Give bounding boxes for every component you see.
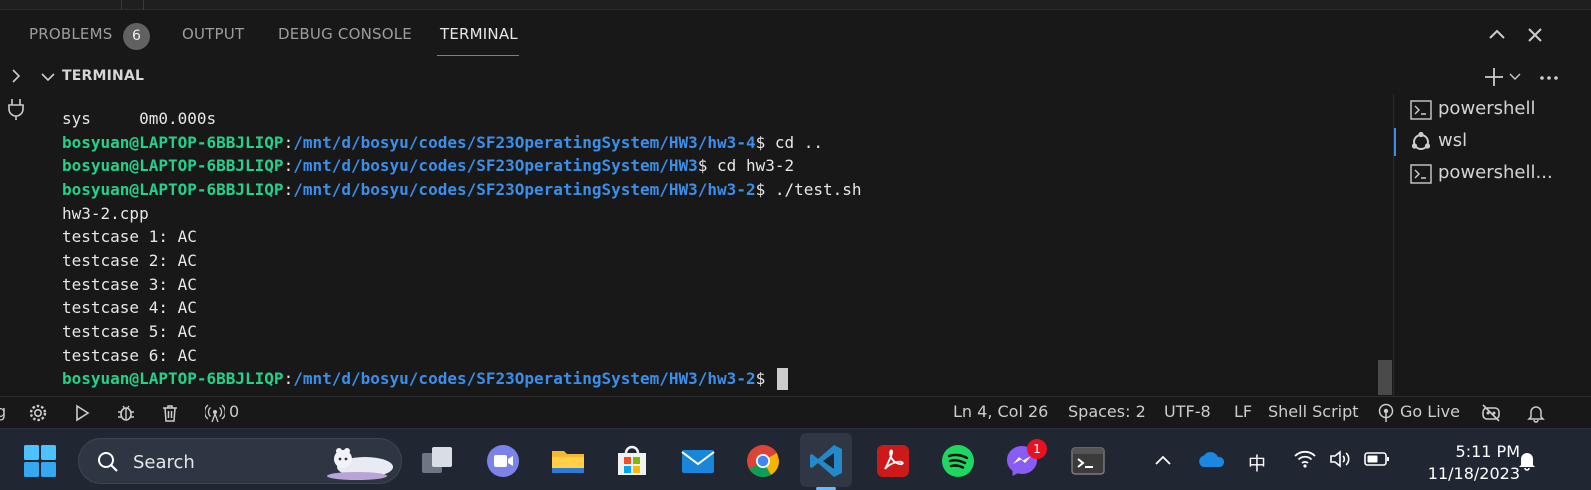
terminal-line: bosyuan@LAPTOP-6BBJLIQP:/mnt/d/bosyu/cod…	[62, 133, 824, 152]
terminal-cursor	[776, 368, 788, 390]
terminal-session-wsl[interactable]: wsl	[1394, 126, 1591, 158]
divider	[121, 0, 122, 10]
chevron-right-icon[interactable]	[8, 68, 24, 84]
status-fragment: g	[0, 402, 7, 421]
microsoft-store-icon[interactable]	[614, 443, 650, 479]
battery-icon[interactable]	[1364, 451, 1390, 467]
run-icon[interactable]	[72, 403, 92, 423]
terminal-session-powershell[interactable]: powershell...	[1394, 158, 1591, 190]
tab-problems[interactable]: PROBLEMS	[29, 25, 112, 43]
debug-icon[interactable]	[116, 403, 136, 423]
terminal-line: sys 0m0.000s	[62, 109, 217, 128]
task-view-icon[interactable]	[420, 443, 456, 479]
search-label: Search	[133, 452, 195, 473]
more-actions-icon[interactable]	[1539, 68, 1559, 88]
wifi-icon[interactable]	[1293, 449, 1317, 469]
mail-icon[interactable]	[680, 443, 716, 479]
terminal-line: testcase 1: AC	[62, 227, 197, 246]
tab-debug-console[interactable]: DEBUG CONSOLE	[278, 25, 412, 43]
file-explorer-icon[interactable]	[550, 443, 586, 479]
volume-icon[interactable]	[1328, 449, 1352, 469]
acrobat-icon[interactable]	[875, 443, 911, 479]
terminal-icon	[1410, 100, 1432, 120]
problems-count-badge: 6	[123, 23, 150, 50]
panel-tab-bar: PROBLEMS 6 OUTPUT DEBUG CONSOLE TERMINAL	[0, 10, 1591, 60]
clock-date: 11/18/2023	[1427, 464, 1520, 483]
terminal-line: testcase 2: AC	[62, 251, 197, 270]
show-hidden-icons-chevron-up-icon[interactable]	[1153, 452, 1173, 468]
plug-icon[interactable]	[6, 98, 26, 120]
tab-terminal[interactable]: TERMINAL	[440, 25, 518, 43]
indentation-setting[interactable]: Spaces: 2	[1068, 402, 1146, 421]
bell-icon[interactable]	[1526, 403, 1546, 423]
go-live-button[interactable]: Go Live	[1400, 402, 1460, 421]
terminal-session-label: powershell...	[1438, 162, 1553, 183]
broadcast-icon	[1378, 403, 1394, 422]
terminal-session-label: powershell	[1438, 98, 1536, 119]
maximize-panel-icon[interactable]	[1485, 23, 1509, 47]
search-icon	[98, 452, 118, 472]
gear-icon[interactable]	[28, 403, 48, 423]
linux-icon	[1411, 131, 1431, 150]
status-bar: g 0 Ln 4, Col 26 Spaces: 2 UTF-8 LF Shel…	[0, 396, 1591, 428]
close-panel-icon[interactable]	[1523, 23, 1547, 47]
notification-badge: 1	[1027, 439, 1047, 459]
notification-bell-icon[interactable]	[1516, 449, 1538, 471]
taskbar-search-box[interactable]: Search	[78, 438, 402, 484]
terminal-line: testcase 4: AC	[62, 298, 197, 317]
vscode-icon[interactable]	[808, 443, 844, 479]
terminal-line: bosyuan@LAPTOP-6BBJLIQP:/mnt/d/bosyu/cod…	[62, 180, 862, 199]
eol-setting[interactable]: LF	[1234, 402, 1252, 421]
tab-output[interactable]: OUTPUT	[182, 25, 244, 43]
windows-taskbar: Search 1 中 5:11 PM 11/18/2023	[0, 428, 1591, 490]
terminal-title: TERMINAL	[62, 68, 145, 84]
terminal-scrollbar[interactable]	[1378, 360, 1392, 395]
search-highlight-icon	[327, 448, 393, 480]
windows-start-icon[interactable]	[22, 443, 58, 479]
copilot-disabled-icon[interactable]	[1481, 403, 1501, 423]
clock-time: 5:11 PM	[1455, 442, 1520, 461]
divider	[143, 0, 144, 10]
ime-indicator[interactable]: 中	[1248, 450, 1266, 476]
active-tab-indicator	[437, 55, 519, 56]
terminal-line: bosyuan@LAPTOP-6BBJLIQP:/mnt/d/bosyu/cod…	[62, 368, 788, 390]
terminal-session-powershell[interactable]: powershell	[1394, 94, 1591, 126]
side-gutter	[0, 94, 33, 396]
chevron-down-icon[interactable]	[1509, 71, 1521, 83]
new-terminal-icon[interactable]	[1483, 66, 1505, 88]
chevron-down-icon[interactable]	[40, 69, 56, 85]
terminal-sessions-list: powershell wsl powershell...	[1393, 94, 1591, 396]
editor-top-edge	[0, 0, 1591, 10]
terminal-section-header: TERMINAL	[0, 60, 1591, 94]
encoding-setting[interactable]: UTF-8	[1164, 402, 1211, 421]
spotify-icon[interactable]	[940, 443, 976, 479]
terminal-icon	[1410, 164, 1432, 184]
terminal-line: bosyuan@LAPTOP-6BBJLIQP:/mnt/d/bosyu/cod…	[62, 156, 795, 175]
terminal-line: testcase 3: AC	[62, 275, 197, 294]
terminal-line: testcase 6: AC	[62, 346, 197, 365]
forwarded-ports-count[interactable]: 0	[229, 402, 239, 421]
system-clock[interactable]: 5:11 PM 11/18/2023	[1410, 441, 1520, 485]
windows-terminal-icon[interactable]	[1070, 443, 1106, 479]
chrome-icon[interactable]	[745, 443, 781, 479]
ports-icon[interactable]	[205, 403, 225, 423]
language-mode[interactable]: Shell Script	[1268, 402, 1359, 421]
terminal-output[interactable]: sys 0m0.000s bosyuan@LAPTOP-6BBJLIQP:/mn…	[33, 94, 1393, 396]
terminal-session-label: wsl	[1438, 130, 1468, 151]
onedrive-icon[interactable]	[1196, 449, 1226, 469]
cursor-position[interactable]: Ln 4, Col 26	[953, 402, 1048, 421]
terminal-line: hw3-2.cpp	[62, 204, 149, 223]
terminal-line: testcase 5: AC	[62, 322, 197, 341]
trash-icon[interactable]	[160, 403, 180, 423]
teams-meet-icon[interactable]	[485, 443, 521, 479]
